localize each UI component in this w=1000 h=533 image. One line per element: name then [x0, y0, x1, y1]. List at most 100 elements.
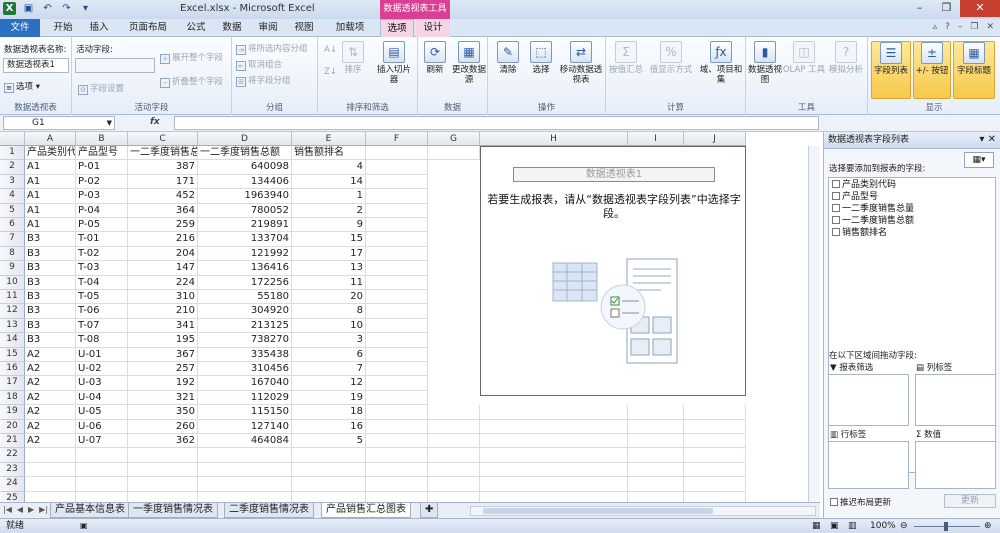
grid-cell[interactable]: U-02 — [76, 362, 128, 377]
grid-cell[interactable] — [198, 477, 292, 492]
first-sheet-icon[interactable]: |◀ — [3, 505, 12, 514]
redo-icon[interactable]: ↷ — [60, 2, 73, 15]
grid-cell[interactable]: 171 — [128, 174, 198, 190]
row-header[interactable]: 4 — [0, 189, 25, 204]
grid-cell[interactable]: 167040 — [198, 376, 292, 391]
grid-cell[interactable] — [128, 462, 198, 478]
grid-cell[interactable]: 216 — [128, 232, 198, 247]
grid-cell[interactable]: 2 — [292, 203, 366, 218]
grid-cell[interactable]: 321 — [128, 390, 198, 406]
grid-cell[interactable] — [480, 405, 628, 420]
show-values-as-button[interactable]: % 值显示方式 — [646, 41, 696, 75]
grid-cell[interactable] — [428, 477, 480, 492]
save-icon[interactable]: ▣ — [22, 2, 35, 15]
grid-cell[interactable]: 3 — [292, 333, 366, 348]
grid-cell[interactable]: U-01 — [76, 347, 128, 362]
grid-cell[interactable]: P-03 — [76, 189, 128, 204]
olap-tools-button[interactable]: ◫ OLAP 工具 — [782, 41, 826, 75]
grid-cell[interactable] — [366, 203, 428, 218]
grid-cell[interactable]: A1 — [25, 174, 76, 190]
update-button[interactable]: 更新 — [944, 494, 996, 508]
field-item[interactable]: 一二季度销售总量 — [832, 204, 914, 215]
grid-cell[interactable] — [198, 491, 292, 502]
row-header[interactable]: 8 — [0, 246, 25, 262]
row-header[interactable]: 19 — [0, 405, 25, 420]
grid-cell[interactable] — [292, 477, 366, 492]
grid-cell[interactable] — [366, 390, 428, 406]
grid-cell[interactable]: T-02 — [76, 246, 128, 262]
grid-cell[interactable] — [428, 146, 480, 161]
sheet-tab-q2-sales[interactable]: 二季度销售情况表 — [224, 503, 314, 518]
row-header[interactable]: 7 — [0, 232, 25, 247]
grid-cell[interactable]: 195 — [128, 333, 198, 348]
grid-cell[interactable]: 产品类别代码 — [25, 146, 76, 161]
grid-cell[interactable] — [128, 477, 198, 492]
grid-cell[interactable] — [480, 462, 628, 478]
grid-cell[interactable]: 147 — [128, 261, 198, 276]
collapse-field-button[interactable]: − 折叠整个字段 — [160, 75, 223, 88]
grid-cell[interactable]: 121992 — [198, 246, 292, 262]
grid-cell[interactable] — [366, 405, 428, 420]
pivot-name-input[interactable]: 数据透视表1 — [3, 58, 69, 73]
refresh-button[interactable]: ⟳ 刷新 — [420, 41, 450, 75]
select-button[interactable]: ⬚ 选择 — [526, 41, 556, 75]
grid-cell[interactable] — [480, 491, 628, 502]
grid-cell[interactable] — [366, 304, 428, 319]
row-header[interactable]: 11 — [0, 290, 25, 305]
grid-cell[interactable]: 13 — [292, 261, 366, 276]
grid-cell[interactable] — [428, 419, 480, 434]
grid-cell[interactable]: 452 — [128, 189, 198, 204]
grid-cell[interactable]: 350 — [128, 405, 198, 420]
field-list-button[interactable]: ☰ 字段列表 — [871, 41, 911, 99]
checkbox-icon[interactable] — [832, 192, 840, 200]
grid-cell[interactable]: 销售额排名 — [292, 146, 366, 161]
row-header[interactable]: 3 — [0, 174, 25, 190]
row-header[interactable]: 21 — [0, 434, 25, 449]
insert-slicer-button[interactable]: ▤ 插入切片器 — [374, 41, 414, 85]
grid-cell[interactable] — [480, 419, 628, 434]
field-item[interactable]: 产品型号 — [832, 192, 878, 203]
grid-cell[interactable] — [366, 434, 428, 449]
ungroup-button[interactable]: ⇤ 取消组合 — [236, 58, 282, 71]
grid-cell[interactable] — [25, 448, 76, 463]
formula-input[interactable] — [174, 116, 819, 130]
grid-cell[interactable]: 一二季度销售总额 — [198, 146, 292, 161]
excel-logo-icon[interactable]: X — [3, 2, 16, 15]
grid-cell[interactable]: 133704 — [198, 232, 292, 247]
grid-cell[interactable] — [628, 491, 684, 502]
field-item[interactable]: 销售额排名 — [832, 228, 887, 239]
layout-options-icon[interactable]: ▦▾ — [964, 152, 994, 168]
panel-close-icon[interactable]: ▾ ✕ — [979, 132, 996, 148]
grid-cell[interactable]: B3 — [25, 333, 76, 348]
vertical-scrollbar[interactable] — [808, 146, 820, 502]
close-icon[interactable]: ✕ — [960, 0, 1000, 17]
grid-cell[interactable]: 产品型号 — [76, 146, 128, 161]
help-icon[interactable]: ? — [945, 22, 950, 32]
summarize-by-button[interactable]: Σ 按值汇总 — [608, 41, 644, 75]
pivot-table-placeholder[interactable]: 数据透视表1 若要生成报表，请从“数据透视表字段列表”中选择字段。 — [480, 146, 746, 396]
grid-cell[interactable]: P-01 — [76, 160, 128, 175]
grid-cell[interactable]: T-03 — [76, 261, 128, 276]
grid-cell[interactable]: 257 — [128, 362, 198, 377]
grid-cell[interactable] — [366, 160, 428, 175]
grid-cell[interactable]: 387 — [128, 160, 198, 175]
grid-cell[interactable] — [25, 462, 76, 478]
grid-cell[interactable] — [198, 448, 292, 463]
grid-cell[interactable]: B3 — [25, 246, 76, 262]
grid-cell[interactable] — [76, 448, 128, 463]
column-header[interactable]: C — [128, 132, 198, 146]
next-sheet-icon[interactable]: ▶ — [28, 505, 34, 514]
workbook-close-icon[interactable]: ✕ — [986, 22, 994, 32]
grid-cell[interactable]: B3 — [25, 275, 76, 290]
fx-icon[interactable]: fx — [150, 117, 160, 127]
grid-cell[interactable]: B3 — [25, 318, 76, 334]
grid-cell[interactable]: U-07 — [76, 434, 128, 449]
grid-cell[interactable]: 304920 — [198, 304, 292, 319]
grid-cell[interactable] — [480, 448, 628, 463]
grid-cell[interactable]: 335438 — [198, 347, 292, 362]
grid-cell[interactable]: 367 — [128, 347, 198, 362]
macro-record-icon[interactable]: ▣ — [80, 519, 88, 533]
grid-cell[interactable] — [366, 318, 428, 334]
grid-cell[interactable] — [366, 290, 428, 305]
checkbox-icon[interactable] — [832, 228, 840, 236]
